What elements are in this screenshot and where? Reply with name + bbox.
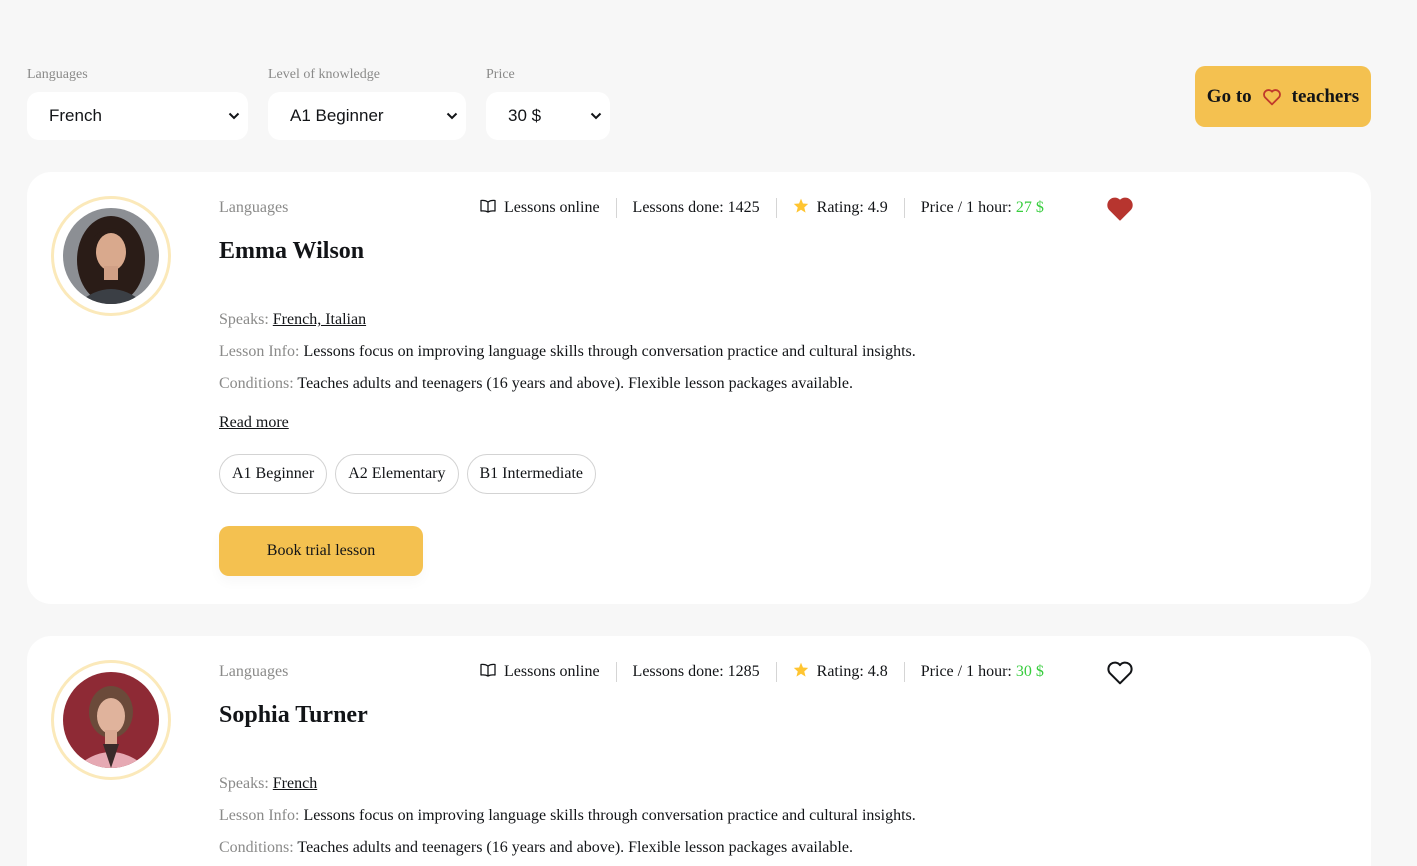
speaks-row: Speaks: French (219, 774, 1319, 806)
lessons-done-label: Lessons done: 1285 (632, 663, 760, 680)
book-trial-lesson-button[interactable]: Book trial lesson (219, 526, 423, 576)
heart-icon (1262, 88, 1282, 106)
level-chip[interactable]: A1 Beginner (219, 454, 328, 494)
speaks-value-link[interactable]: French, Italian (273, 311, 366, 328)
speaks-label: Speaks: (219, 311, 269, 328)
languages-filter-label: Languages (27, 67, 88, 82)
price-select[interactable]: 30 $ (486, 92, 610, 140)
chevron-down-icon (446, 112, 458, 120)
price-label: Price / 1 hour: (920, 199, 1012, 216)
lessons-done-stat: Lessons done: 1425 (615, 198, 776, 218)
teacher-stats: Lessons online Lessons done: 1425 Rating… (480, 198, 1060, 218)
languages-filter: Languages French (27, 66, 248, 140)
teacher-name: Emma Wilson (219, 238, 365, 264)
lessons-done-stat: Lessons done: 1285 (615, 662, 776, 682)
conditions-row: Conditions: Teaches adults and teenagers… (219, 838, 1319, 866)
price-value: 27 $ (1015, 199, 1044, 216)
avatar-ring (51, 196, 171, 316)
level-chip[interactable]: A2 Elementary (335, 454, 459, 494)
read-more-link[interactable]: Read more (219, 414, 289, 432)
favorite-heart-filled-icon[interactable] (1106, 196, 1134, 221)
lesson-info-row: Lesson Info: Lessons focus on improving … (219, 342, 1319, 374)
lesson-info-value: Lessons focus on improving language skil… (303, 343, 916, 360)
languages-select-value: French (49, 106, 102, 125)
avatar (63, 672, 159, 768)
level-select-value: A1 Beginner (290, 106, 384, 125)
rating-label: Rating: 4.9 (816, 199, 888, 216)
speaks-label: Speaks: (219, 775, 269, 792)
teacher-info: Speaks: French, Italian Lesson Info: Les… (219, 310, 1319, 406)
goto-suffix: teachers (1291, 85, 1360, 107)
price-stat: Price / 1 hour: 27 $ (903, 198, 1060, 218)
conditions-label: Conditions: (219, 839, 294, 856)
lessons-done-label: Lessons done: 1425 (632, 199, 760, 216)
go-to-favorite-teachers-button[interactable]: Go to teachers (1195, 66, 1371, 127)
lesson-info-value: Lessons focus on improving language skil… (303, 807, 916, 824)
teacher-info: Speaks: French Lesson Info: Lessons focu… (219, 774, 1319, 866)
lessons-online-label: Lessons online (504, 663, 600, 680)
rating-stat: Rating: 4.8 (775, 662, 904, 682)
languages-select[interactable]: French (27, 92, 248, 140)
favorite-heart-outline-icon[interactable] (1106, 660, 1134, 685)
star-icon (793, 198, 809, 218)
conditions-value: Teaches adults and teenagers (16 years a… (297, 839, 853, 856)
speaks-row: Speaks: French, Italian (219, 310, 1319, 342)
filters-bar: Languages French Level of knowledge A1 B… (27, 66, 610, 140)
teachers-page: Languages French Level of knowledge A1 B… (0, 0, 1417, 866)
lesson-info-label: Lesson Info: (219, 343, 300, 360)
teacher-name: Sophia Turner (219, 702, 368, 728)
chevron-down-icon (590, 112, 602, 120)
price-value: 30 $ (1015, 663, 1044, 680)
teacher-stats: Lessons online Lessons done: 1285 Rating… (480, 662, 1060, 682)
conditions-value: Teaches adults and teenagers (16 years a… (297, 375, 853, 392)
price-filter-label: Price (486, 67, 515, 82)
avatar (63, 208, 159, 304)
teacher-content: Languages Emma Wilson Lessons online Les… (219, 196, 1319, 576)
lesson-info-row: Lesson Info: Lessons focus on improving … (219, 806, 1319, 838)
rating-label: Rating: 4.8 (816, 663, 888, 680)
price-stat: Price / 1 hour: 30 $ (903, 662, 1060, 682)
speaks-value-link[interactable]: French (273, 775, 317, 792)
lessons-online-label: Lessons online (504, 199, 600, 216)
level-filter: Level of knowledge A1 Beginner (268, 66, 466, 140)
conditions-row: Conditions: Teaches adults and teenagers… (219, 374, 1319, 406)
price-label: Price / 1 hour: (920, 663, 1012, 680)
goto-prefix: Go to (1206, 85, 1252, 107)
teacher-card: Languages Emma Wilson Lessons online Les… (27, 172, 1371, 604)
teacher-content: Languages Sophia Turner Lessons online L… (219, 660, 1319, 866)
level-chip[interactable]: B1 Intermediate (466, 454, 597, 494)
teacher-card: Languages Sophia Turner Lessons online L… (27, 636, 1371, 866)
avatar-ring (51, 660, 171, 780)
rating-stat: Rating: 4.9 (775, 198, 904, 218)
price-filter: Price 30 $ (486, 66, 610, 140)
star-icon (793, 662, 809, 682)
level-select[interactable]: A1 Beginner (268, 92, 466, 140)
lesson-info-label: Lesson Info: (219, 807, 300, 824)
level-filter-label: Level of knowledge (268, 67, 380, 82)
chevron-down-icon (228, 112, 240, 120)
price-select-value: 30 $ (508, 106, 542, 125)
lessons-online-stat: Lessons online (480, 662, 616, 682)
level-chips: A1 Beginner A2 Elementary B1 Intermediat… (219, 454, 1319, 494)
book-open-icon (480, 199, 496, 218)
lessons-online-stat: Lessons online (480, 198, 616, 218)
book-open-icon (480, 663, 496, 682)
conditions-label: Conditions: (219, 375, 294, 392)
